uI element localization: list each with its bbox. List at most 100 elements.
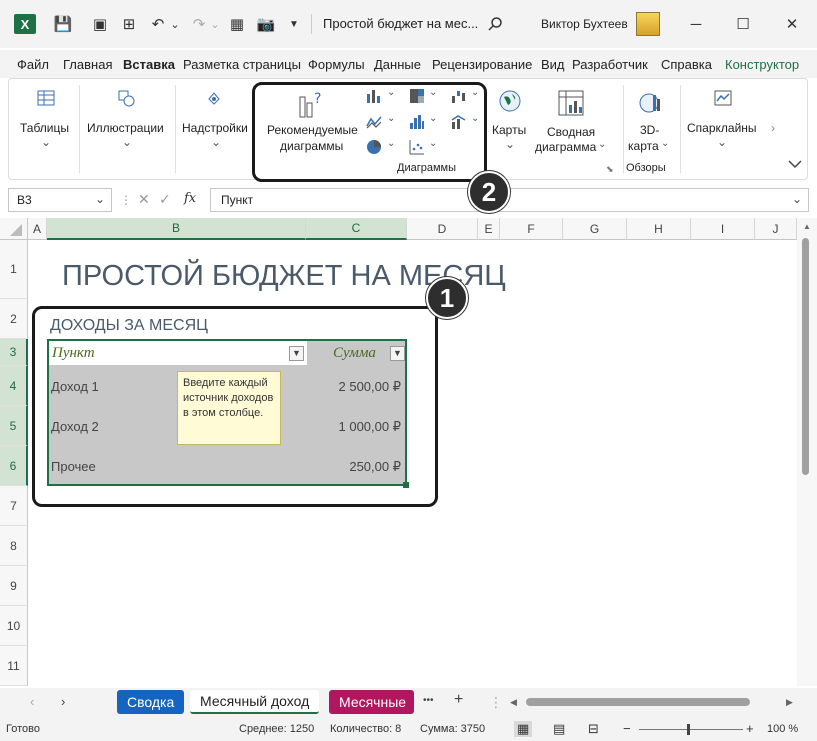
tab-developer[interactable]: Разработчик [572, 57, 648, 72]
redo-icon[interactable]: ↷ [189, 14, 209, 34]
column-header-j[interactable]: J [755, 218, 797, 240]
zoom-in-button[interactable]: + [746, 721, 754, 736]
redo-dropdown-icon[interactable]: ⌄ [210, 14, 220, 34]
next-sheet-icon[interactable]: › [61, 694, 65, 709]
pivot-chart-icon[interactable] [557, 89, 585, 120]
scroll-up-icon[interactable]: ▲ [803, 222, 811, 231]
sheet-tab-monthly-income[interactable]: Месячный доход [190, 690, 320, 714]
column-header-d[interactable]: D [407, 218, 478, 240]
scroll-right-icon[interactable]: ▶ [786, 697, 793, 708]
zoom-level[interactable]: 100 % [767, 723, 798, 735]
horizontal-scroll-thumb[interactable] [526, 698, 750, 706]
row-header-8[interactable]: 8 [0, 526, 28, 566]
avatar[interactable] [636, 12, 660, 36]
tab-review[interactable]: Рецензирование [432, 57, 532, 72]
column-header-a[interactable]: A [28, 218, 47, 240]
column-header-e[interactable]: E [478, 218, 500, 240]
ribbon-scroll-right-icon[interactable]: › [771, 121, 775, 135]
vertical-scrollbar[interactable]: ▲ [797, 218, 817, 686]
form-icon[interactable]: ▣ [90, 14, 110, 34]
row-header-6[interactable]: 6 [0, 446, 28, 486]
maps-dropdown-icon[interactable]: ⌄ [505, 137, 515, 151]
row-header-2[interactable]: 2 [0, 299, 28, 339]
row-header-4[interactable]: 4 [0, 366, 28, 406]
tab-page-layout[interactable]: Разметка страницы [183, 57, 301, 72]
3d-map-label-1[interactable]: 3D- [640, 123, 659, 137]
undo-icon[interactable]: ↶ [148, 14, 168, 34]
normal-view-icon[interactable]: ▦ [514, 721, 533, 737]
scroll-left-icon[interactable]: ◀ [510, 697, 517, 708]
maximize-icon[interactable]: ☐ [731, 12, 755, 36]
pivot-chart-dropdown-icon[interactable]: ⌄ [598, 139, 606, 150]
tab-home[interactable]: Главная [63, 57, 112, 72]
maps-button[interactable]: Карты [492, 123, 526, 137]
name-box[interactable]: B3 ⌄ [8, 188, 112, 212]
cancel-icon[interactable]: ✕ [138, 191, 150, 208]
prev-sheet-icon[interactable]: ‹ [30, 694, 34, 709]
status-count[interactable]: Количество: 8 [330, 723, 401, 735]
row-header-11[interactable]: 11 [0, 646, 28, 686]
addins-icon[interactable] [205, 89, 223, 110]
column-header-c[interactable]: C [306, 218, 407, 240]
sparklines-dropdown-icon[interactable]: ⌄ [717, 135, 727, 149]
table-icon[interactable]: ⊞ [119, 14, 139, 34]
row-header-9[interactable]: 9 [0, 566, 28, 606]
row-header-3[interactable]: 3 [0, 339, 28, 366]
tab-file[interactable]: Файл [17, 57, 49, 72]
page-layout-view-icon[interactable]: ▤ [553, 721, 565, 737]
tab-help[interactable]: Справка [661, 57, 712, 72]
close-icon[interactable]: ✕ [780, 12, 804, 36]
tables-button[interactable]: Таблицы [20, 121, 69, 135]
addins-button[interactable]: Надстройки [182, 121, 248, 135]
shapes-icon[interactable] [117, 89, 135, 110]
page-break-view-icon[interactable]: ⊟ [588, 721, 599, 737]
row-header-5[interactable]: 5 [0, 406, 28, 446]
status-sum[interactable]: Сумма: 3750 [420, 723, 485, 735]
zoom-out-button[interactable]: − [623, 721, 631, 736]
tab-design[interactable]: Конструктор [725, 57, 799, 72]
addins-dropdown-icon[interactable]: ⌄ [211, 135, 221, 149]
insert-function-icon[interactable]: fx [184, 191, 196, 206]
formula-expand-icon[interactable]: ⌄ [792, 192, 802, 206]
pivot-chart-label-1[interactable]: Сводная [547, 125, 595, 139]
column-header-i[interactable]: I [691, 218, 755, 240]
tab-insert[interactable]: Вставка [123, 57, 175, 72]
select-all-corner[interactable] [0, 218, 28, 240]
undo-dropdown-icon[interactable]: ⌄ [170, 14, 180, 34]
minimize-icon[interactable]: ─ [684, 12, 708, 36]
tables-dropdown-icon[interactable]: ⌄ [41, 135, 51, 149]
more-sheets-icon[interactable]: ••• [423, 695, 434, 706]
illustrations-dropdown-icon[interactable]: ⌄ [122, 135, 132, 149]
tab-formulas[interactable]: Формулы [308, 57, 365, 72]
camera-icon[interactable]: 📷 [256, 14, 276, 34]
column-header-h[interactable]: H [627, 218, 691, 240]
name-box-dropdown-icon[interactable]: ⌄ [95, 192, 105, 206]
sparklines-icon[interactable] [714, 89, 732, 110]
column-header-g[interactable]: G [563, 218, 627, 240]
ribbon-collapse-icon[interactable] [788, 156, 802, 172]
sheet-tab-summary[interactable]: Сводка [117, 690, 185, 714]
user-name[interactable]: Виктор Бухтеев [541, 17, 628, 31]
enter-icon[interactable]: ✓ [159, 191, 171, 208]
zoom-slider[interactable] [639, 729, 743, 730]
tab-data[interactable]: Данные [374, 57, 421, 72]
status-average[interactable]: Среднее: 1250 [239, 723, 314, 735]
table-icon[interactable] [37, 89, 55, 110]
row-header-1[interactable]: 1 [0, 240, 28, 299]
zoom-slider-thumb[interactable] [687, 724, 690, 735]
tabs-splitter-icon[interactable]: ⋮ [489, 694, 503, 711]
globe-icon[interactable] [498, 89, 522, 116]
illustrations-button[interactable]: Иллюстрации [87, 121, 164, 135]
customize-qat-icon[interactable]: ▼ [288, 14, 300, 34]
sparklines-button[interactable]: Спарклайны [687, 121, 757, 135]
row-header-7[interactable]: 7 [0, 486, 28, 526]
column-header-b[interactable]: B [47, 218, 306, 240]
3d-map-icon[interactable] [637, 89, 665, 120]
3d-map-label-2[interactable]: карта [628, 139, 659, 153]
dialog-launcher-icon[interactable]: ⬊ [606, 164, 614, 175]
row-header-10[interactable]: 10 [0, 606, 28, 646]
tab-view[interactable]: Вид [541, 57, 565, 72]
add-sheet-button[interactable]: + [454, 691, 463, 709]
save-icon[interactable]: 💾 [53, 14, 73, 34]
calculator-icon[interactable]: ▦ [228, 14, 246, 34]
